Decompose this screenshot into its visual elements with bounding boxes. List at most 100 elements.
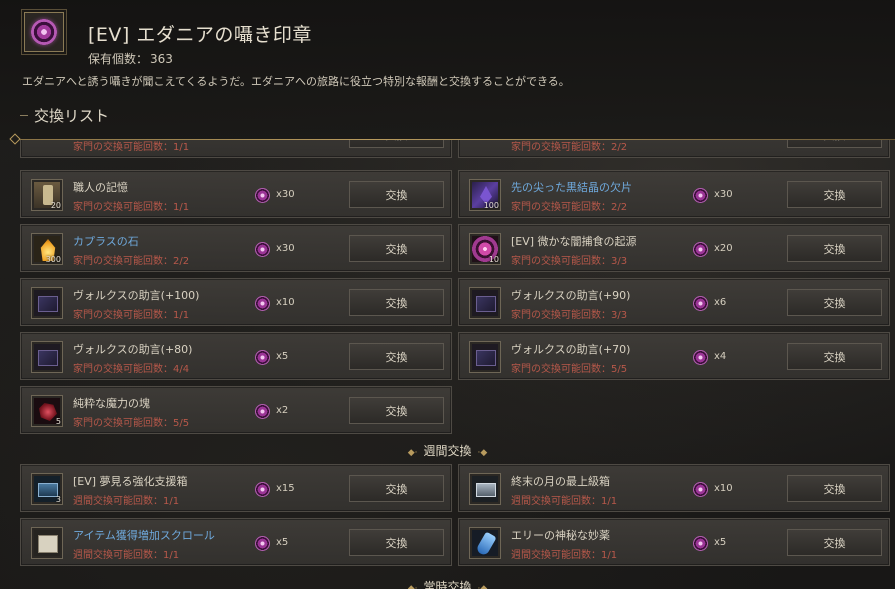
item-cost: x4 [714,351,727,362]
item-limit: 家門の交換可能回数：1/1 [73,202,190,213]
vortex-icon: 10 [469,233,501,265]
item-limit: 家門の交換可能回数：3/3 [511,310,628,321]
permanent-section-header: ◆· 常時交換 ·◆ [0,576,895,589]
list-item: 300 カプラスの石 家門の交換可能回数：2/2 x30 交換 [20,224,452,272]
section-label: 週間交換 [423,444,472,458]
item-name: エリーの神秘な妙薬 [511,529,610,542]
owned-count: 保有個数： 363 [88,50,173,67]
exchange-list-title: 交換リスト [34,107,110,125]
item-name: 終末の月の最上級箱 [511,475,610,488]
item-description: エダニアへと誘う囁きが聞こえてくるようだ。エダニアへの旅路に役立つ特別な報酬と交… [22,75,570,88]
book-icon [469,341,501,373]
item-limit: 週間交換可能回数：1/1 [511,550,618,561]
item-limit: 家門の交換可能回数：4/4 [73,364,190,375]
item-count: 10 [488,255,499,264]
exchange-button[interactable]: 交換 [349,181,444,208]
item-limit: 家門の交換可能回数：1/1 [73,310,190,321]
item-limit: 週間交換可能回数：1/1 [73,496,180,507]
item-cost: x30 [276,243,295,254]
exchange-button[interactable]: 交換 [349,289,444,316]
exchange-button[interactable]: 交換 [787,289,882,316]
seal-cost-icon [693,242,708,257]
exchange-button[interactable]: 交換 [349,529,444,556]
exchange-button[interactable]: 交換 [349,235,444,262]
list-item: ヴォルクスの助言(+90) 家門の交換可能回数：3/3 x6 交換 [458,278,890,326]
book-icon [469,287,501,319]
seal-cost-icon [693,296,708,311]
weekly-section-header: ◆· 週間交換 ·◆ [0,440,895,459]
item-cost: x6 [714,297,727,308]
list-item: ヴォルクスの助言(+100) 家門の交換可能回数：1/1 x10 交換 [20,278,452,326]
seal-cost-icon [255,536,270,551]
seal-cost-icon [255,188,270,203]
item-limit: 家門の交換可能回数：2/2 [73,256,190,267]
item-name: 職人の記憶 [73,181,128,194]
seal-cost-icon [255,404,270,419]
list-item: 終末の月の最上級箱 週間交換可能回数：1/1 x10 交換 [458,464,890,512]
ornament-left-icon: ◆· [407,448,418,458]
exchange-list[interactable]: 家門の交換可能回数：1/1 交換 家門の交換可能回数：2/2 交換 20 職人の… [0,140,895,589]
item-cost: x30 [714,189,733,200]
ornament-right-icon: ·◆ [477,584,488,589]
item-count: 3 [55,495,61,504]
list-item: 3 [EV] 夢見る強化支援箱 週間交換可能回数：1/1 x15 交換 [20,464,452,512]
ornament-left-icon: ◆· [407,584,418,589]
list-item: 20 職人の記憶 家門の交換可能回数：1/1 x30 交換 [20,170,452,218]
section-label: 常時交換 [423,580,472,589]
caphras-stone-icon: 300 [31,233,63,265]
chest-icon: 3 [31,473,63,505]
item-limit: 家門の交換可能回数：5/5 [73,418,190,429]
list-item: 10 [EV] 微かな闇捕食の起源 家門の交換可能回数：3/3 x20 交換 [458,224,890,272]
item-name: [EV] 微かな闇捕食の起源 [511,235,637,248]
exchange-button[interactable]: 交換 [349,343,444,370]
list-item: アイテム獲得増加スクロール 週間交換可能回数：1/1 x5 交換 [20,518,452,566]
black-crystal-icon: 100 [469,179,501,211]
exchange-button[interactable]: 交換 [349,140,444,148]
seal-cost-icon [693,350,708,365]
item-name: 先の尖った黒結晶の欠片 [511,181,632,194]
item-count: 20 [50,201,61,210]
item-cost: x10 [276,297,295,308]
box-icon [469,473,501,505]
page-title: [EV] エダニアの囁き印章 [88,24,312,46]
item-cost: x2 [276,405,289,416]
elixir-icon [469,527,501,559]
title-dash [20,115,28,116]
exchange-button[interactable]: 交換 [787,235,882,262]
exchange-button[interactable]: 交換 [787,475,882,502]
scroll-icon: 20 [31,179,63,211]
list-item: ヴォルクスの助言(+80) 家門の交換可能回数：4/4 x5 交換 [20,332,452,380]
item-cost: x20 [714,243,733,254]
list-item: 5 純粋な魔力の塊 家門の交換可能回数：5/5 x2 交換 [20,386,452,434]
edania-seal-icon [31,19,57,45]
owned-value: 363 [150,52,173,66]
magic-crystal-icon: 5 [31,395,63,427]
list-item: 家門の交換可能回数：2/2 交換 [458,140,890,158]
exchange-button[interactable]: 交換 [787,140,882,148]
book-icon [31,341,63,373]
seal-cost-icon [693,536,708,551]
item-count: 300 [45,255,61,264]
item-limit: 家門の交換可能回数：3/3 [511,256,628,267]
item-cost: x5 [276,351,289,362]
exchange-button[interactable]: 交換 [349,475,444,502]
item-cost: x30 [276,189,295,200]
exchange-button[interactable]: 交換 [349,397,444,424]
item-limit: 家門の交換可能回数：1/1 [73,142,190,153]
item-cost: x5 [276,537,289,548]
item-name: 純粋な魔力の塊 [73,397,150,410]
item-name: ヴォルクスの助言(+90) [511,289,631,302]
item-name: アイテム獲得増加スクロール [73,529,215,542]
seal-cost-icon [255,296,270,311]
exchange-button[interactable]: 交換 [787,181,882,208]
item-scroll-icon [31,527,63,559]
exchange-button[interactable]: 交換 [787,529,882,556]
item-count: 100 [483,201,499,210]
item-name: ヴォルクスの助言(+70) [511,343,631,356]
list-item: エリーの神秘な妙薬 週間交換可能回数：1/1 x5 交換 [458,518,890,566]
book-icon [31,287,63,319]
exchange-button[interactable]: 交換 [787,343,882,370]
seal-item-frame [24,12,64,52]
item-limit: 週間交換可能回数：1/1 [73,550,180,561]
ornament-right-icon: ·◆ [477,448,488,458]
